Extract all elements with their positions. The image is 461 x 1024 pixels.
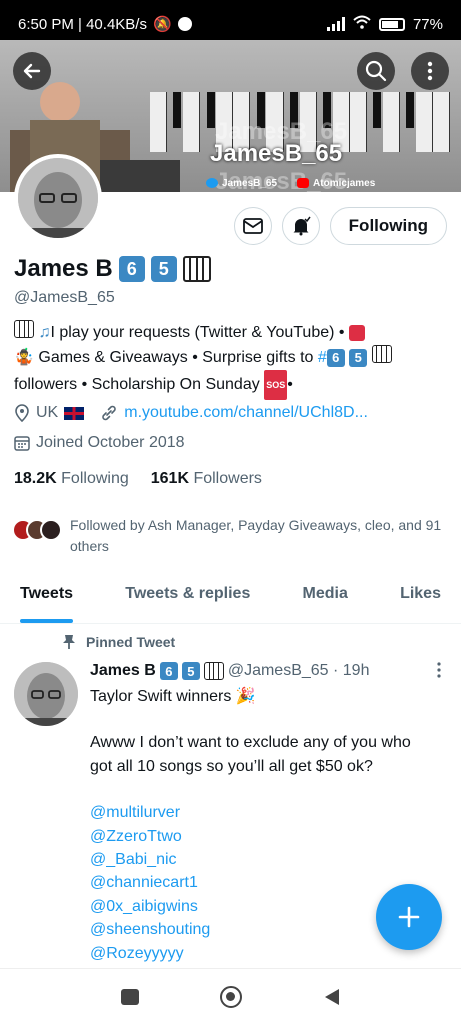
dice-icon [348,324,365,341]
profile-actions: Following [233,207,447,245]
tab-media[interactable]: Media [303,572,348,623]
more-vertical-icon [437,662,441,678]
banner-youtube-handle: Atomicjames [313,178,376,189]
tweet-author[interactable]: James B [90,662,156,680]
status-time: 6:50 PM | 40.4KB/s [18,15,147,33]
pinned-label: Pinned Tweet [62,634,175,650]
profile-bio: ♫I play your requests (Twitter & YouTube… [14,320,449,400]
piano-icon [182,256,211,282]
pin-icon [63,635,75,649]
bio-line: followers • Scholarship On Sunday [14,376,260,394]
juggler-icon: 🤹 [14,349,34,366]
signal-icon [326,17,345,31]
compose-tweet-button[interactable] [376,884,442,950]
tab-tweets[interactable]: Tweets [20,572,74,623]
search-button[interactable] [357,52,395,90]
location-text: UK [36,404,59,421]
following-count-link[interactable]: 18.2K Following [14,470,129,488]
sos-icon: SOS [264,370,288,400]
following-label: Following [61,470,129,487]
profile-meta: UK m.youtube.com/channel/UChl8D... [14,404,368,422]
keycap-digit: 6 [159,662,178,680]
uk-flag-icon [64,406,85,420]
bio-line: I play your requests (Twitter & YouTube)… [50,324,345,341]
tweet-handle-time: @JamesB_65 · 19h [227,662,370,679]
more-vertical-icon [427,61,433,81]
wifi-icon [353,15,371,33]
youtube-icon [297,178,310,189]
mention-link[interactable]: @multilurver [90,801,430,824]
profile-link[interactable]: m.youtube.com/channel/UChl8D... [124,404,368,422]
tweet-header: James B 6 5 @JamesB_65 · 19h [90,662,369,680]
bell-icon [293,216,311,236]
display-name: James B [14,255,113,282]
recents-button[interactable] [120,988,139,1005]
avatar-image [14,662,78,726]
notifications-button[interactable] [281,207,320,245]
piano-icon [14,320,34,338]
profile-avatar[interactable] [14,154,102,242]
message-button[interactable] [233,207,272,245]
following-button[interactable]: Following [329,207,447,245]
plus-icon [398,906,420,928]
mention-link[interactable]: @ZzeroTtwo [90,825,430,848]
keycap-digit: 6 [118,256,145,282]
profile-name: James B 6 5 [14,255,211,283]
following-count: 18.2K [14,470,57,487]
banner-socials: JamesB_65 Atomicjames [206,178,375,189]
followers-label: Followers [193,470,262,487]
avatar-image [18,158,98,238]
music-notes-icon: ♫ [38,324,51,341]
mention-link[interactable]: @_Babi_nic [90,848,430,871]
tweet-paragraph: Awww I don’t want to exclude any of you … [90,734,411,775]
profile-stats: 18.2K Following 161K Followers [14,470,262,488]
calendar-icon [14,436,30,451]
piano-icon [203,662,224,680]
profile-tabs: Tweets Tweets & replies Media Likes [0,572,461,624]
bio-line: Games & Giveaways • Surprise gifts to [38,349,314,366]
tweet-avatar[interactable] [14,662,78,726]
arrow-left-icon [23,63,41,79]
messenger-icon [177,17,192,31]
profile-joined: Joined October 2018 [14,434,185,452]
profile-handle: @JamesB_65 [14,289,115,306]
followed-by[interactable]: Followed by Ash Manager, Payday Giveaway… [12,515,452,557]
keycap-digit: 5 [150,256,177,282]
keycap-digit: 5 [181,662,200,680]
back-button[interactable] [13,52,51,90]
keycap-digit: 6 [326,349,345,367]
pinned-text: Pinned Tweet [86,634,176,650]
hashtag-link[interactable]: #6 5 [317,349,368,367]
tab-tweets-replies[interactable]: Tweets & replies [125,572,250,623]
mute-icon: 🔕 [152,16,172,33]
followed-by-text: Followed by Ash Manager, Payday Giveaway… [70,517,442,554]
hashtag-symbol: # [317,349,327,366]
more-button[interactable] [411,52,449,90]
followers-count: 161K [150,470,189,487]
tweet-line: Taylor Swift winners [90,688,232,705]
avatar [40,519,62,541]
back-triangle-icon[interactable] [323,987,341,1007]
mention-link[interactable]: @channiecart1 [90,871,430,894]
piano-icon [371,345,392,363]
banner-title: JamesB_65 [210,140,343,167]
search-icon [365,60,387,82]
location-icon [15,404,29,422]
link-icon [102,405,116,421]
home-button[interactable] [219,985,242,1008]
mention-link[interactable]: @Rozeyyyyy [90,942,430,965]
joined-text: Joined October 2018 [36,434,185,451]
banner-twitter-handle: JamesB_65 [222,178,278,189]
tweet-more-button[interactable] [437,662,441,683]
envelope-icon [242,218,263,234]
party-popper-icon: 🎉 [235,688,256,705]
keycap-digit: 5 [349,349,368,367]
followers-count-link[interactable]: 161K Followers [151,470,262,488]
tab-likes[interactable]: Likes [400,572,441,623]
battery-icon [378,17,405,31]
follower-avatars [12,515,62,557]
system-nav-bar [0,968,461,1024]
battery-level: 77% [412,15,443,33]
twitter-icon [206,178,218,189]
